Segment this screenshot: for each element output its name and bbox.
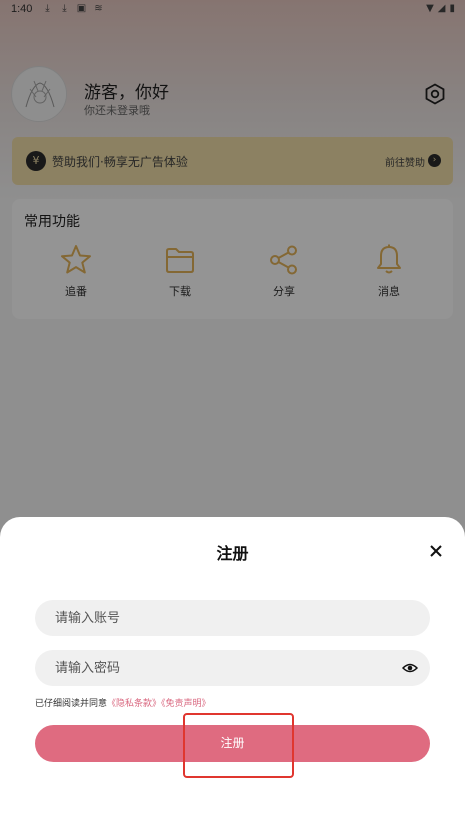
agreement-text: 已仔细阅读并同意《隐私条款》《免责声明》 <box>35 696 211 709</box>
disclaimer-link[interactable]: 《免责声明》 <box>161 699 211 709</box>
account-field[interactable] <box>35 600 430 636</box>
eye-icon[interactable] <box>401 660 419 676</box>
agreement-prefix: 已仔细阅读并同意 <box>35 699 108 709</box>
password-input[interactable] <box>55 650 395 686</box>
close-icon[interactable] <box>428 543 444 559</box>
password-field[interactable] <box>35 650 430 686</box>
account-input[interactable] <box>55 600 395 636</box>
sheet-title: 注册 <box>216 544 249 563</box>
privacy-link[interactable]: 《隐私条款》 <box>107 699 161 709</box>
highlight-annotation-box <box>183 713 294 778</box>
register-sheet: 注册 已仔细阅读并同意《隐私条款》《免责声明》 注册 <box>0 517 465 828</box>
